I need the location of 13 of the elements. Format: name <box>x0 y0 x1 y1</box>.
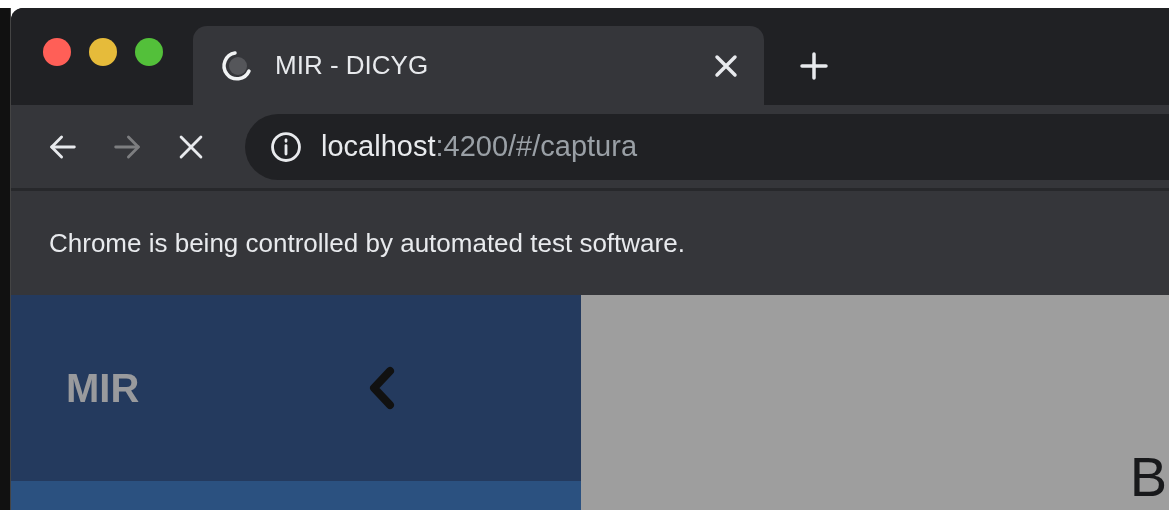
minimize-window-button[interactable] <box>89 37 117 66</box>
info-icon[interactable] <box>269 129 303 164</box>
url-text: localhost:4200/#/captura <box>321 128 637 164</box>
zoom-window-button[interactable] <box>135 37 163 66</box>
browser-tab[interactable]: MIR - DICYG <box>193 26 764 105</box>
close-icon[interactable] <box>714 53 738 78</box>
infobar-message: Chrome is being controlled by automated test software. <box>49 226 685 260</box>
page-heading: B <box>1129 449 1167 505</box>
tab-title: MIR - DICYG <box>275 49 430 82</box>
address-bar[interactable]: localhost:4200/#/captura <box>245 113 1169 180</box>
new-tab-icon[interactable] <box>800 51 828 80</box>
brand-title: MIR <box>66 365 141 412</box>
close-window-button[interactable] <box>43 37 71 66</box>
